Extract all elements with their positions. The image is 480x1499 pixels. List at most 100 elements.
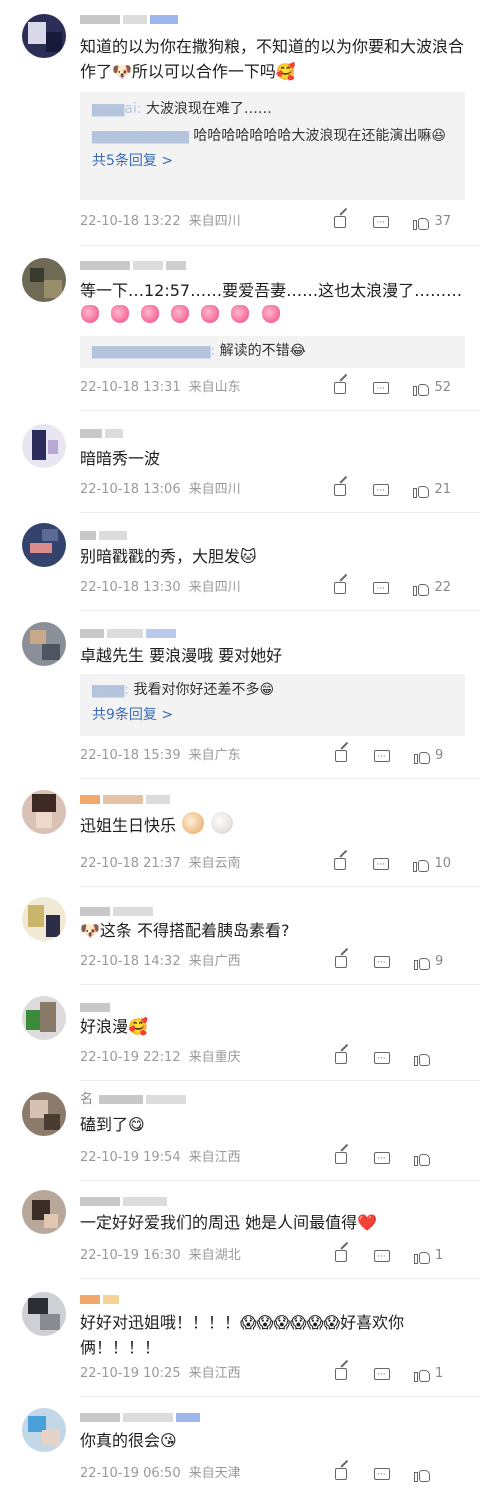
comment-date: 22-10-18 13:06 <box>80 482 181 497</box>
comment-icon[interactable] <box>372 379 390 399</box>
reply-box[interactable]: ▆▆▆▆▆▆▆▆▆▆▆: 解读的不错😂 <box>80 336 465 368</box>
like-icon[interactable] <box>413 1365 431 1383</box>
avatar[interactable] <box>22 996 66 1040</box>
divider <box>80 984 480 985</box>
like-count: 52 <box>434 380 451 395</box>
divider <box>80 410 480 411</box>
username[interactable] <box>80 528 230 544</box>
comment-date: 22-10-18 15:39 <box>80 748 181 763</box>
comment-date: 22-10-18 13:22 <box>80 214 181 229</box>
comment-date: 22-10-18 13:30 <box>80 580 181 595</box>
like-count: 1 <box>435 1366 444 1381</box>
username[interactable] <box>80 12 230 28</box>
like-icon[interactable] <box>413 1049 431 1067</box>
comment-meta: 22-10-18 13:30 来自四川 22 <box>80 578 465 599</box>
divider <box>80 512 480 513</box>
avatar[interactable] <box>22 14 66 58</box>
reply-line: ▆▆▆▆▆▆▆▆▆ 哈哈哈哈哈哈哈大波浪现在还能演出嘛😆 <box>92 128 446 144</box>
username[interactable] <box>80 426 230 442</box>
reply-box[interactable]: ▆▆▆: 我看对你好还差不多😁 共9条回复 > <box>80 674 465 736</box>
sticker-icon <box>211 812 234 834</box>
comment-icon[interactable] <box>373 953 391 973</box>
divider <box>80 778 480 779</box>
comment-meta: 22-10-19 22:12 来自重庆 <box>80 1048 465 1069</box>
share-icon[interactable] <box>333 747 351 765</box>
username[interactable] <box>80 1194 230 1210</box>
comment-location: 来自山东 <box>188 380 241 395</box>
comment-date: 22-10-19 10:25 <box>80 1366 181 1381</box>
share-icon[interactable] <box>333 1365 351 1383</box>
avatar[interactable] <box>22 1092 66 1136</box>
like-icon[interactable] <box>413 747 431 765</box>
comment-icon[interactable] <box>373 747 391 767</box>
avatar[interactable] <box>22 790 66 834</box>
heart-emoji-icon <box>261 305 280 323</box>
comment-date: 22-10-19 06:50 <box>80 1466 181 1481</box>
comment-icon[interactable] <box>373 1149 391 1169</box>
more-replies-link[interactable]: 共9条回复 > <box>92 704 453 727</box>
username[interactable] <box>80 258 230 274</box>
reply-box[interactable]: ▆▆▆ai: 大波浪现在难了…… ▆▆▆▆▆▆▆▆▆ 哈哈哈哈哈哈哈大波浪现在还… <box>80 92 465 200</box>
username[interactable] <box>80 626 230 642</box>
comment-icon[interactable] <box>372 213 390 233</box>
divider <box>80 1396 480 1397</box>
share-icon[interactable] <box>332 481 350 499</box>
like-count: 21 <box>434 482 451 497</box>
avatar[interactable] <box>22 897 66 941</box>
username[interactable] <box>80 792 230 808</box>
comment-meta: 22-10-19 06:50 来自天津 <box>80 1464 465 1485</box>
share-icon[interactable] <box>332 379 350 397</box>
divider <box>80 886 480 887</box>
more-replies-link[interactable]: 共5条回复 > <box>92 150 453 173</box>
like-icon[interactable] <box>412 379 430 397</box>
like-icon[interactable] <box>412 213 430 231</box>
share-icon[interactable] <box>332 579 350 597</box>
avatar[interactable] <box>22 1292 66 1336</box>
comment-icon[interactable] <box>373 1465 391 1485</box>
share-icon[interactable] <box>333 1149 351 1167</box>
comment-icon[interactable] <box>372 579 390 599</box>
like-icon[interactable] <box>413 953 431 971</box>
comment-icon[interactable] <box>372 855 390 875</box>
like-icon[interactable] <box>412 579 430 597</box>
share-icon[interactable] <box>333 1049 351 1067</box>
reply-line: ▆▆▆: 我看对你好还差不多😁 <box>92 682 275 698</box>
comment-location: 来自江西 <box>188 1366 241 1381</box>
comment-icon[interactable] <box>373 1365 391 1385</box>
comment-location: 来自天津 <box>188 1466 241 1481</box>
comment-text: 卓越先生 要浪漫哦 要对她好 <box>80 646 283 665</box>
like-count: 9 <box>435 954 444 969</box>
share-icon[interactable] <box>332 855 350 873</box>
comment-text: 暗暗秀一波 <box>80 449 161 468</box>
emoji-row <box>80 302 465 327</box>
like-icon[interactable] <box>412 855 430 873</box>
share-icon[interactable] <box>333 1465 351 1483</box>
avatar[interactable] <box>22 258 66 302</box>
avatar[interactable] <box>22 1190 66 1234</box>
divider <box>80 610 480 611</box>
share-icon[interactable] <box>332 213 350 231</box>
share-icon[interactable] <box>333 1247 351 1265</box>
comment-text: 好好对迅姐哦！！！！😱😱😱😱😱😱好喜欢你俩！！！！ <box>80 1313 405 1357</box>
avatar[interactable] <box>22 622 66 666</box>
comment-location: 来自四川 <box>188 214 241 229</box>
like-icon[interactable] <box>413 1247 431 1265</box>
comment-meta: 22-10-18 15:39 来自广东 9 <box>80 746 465 767</box>
avatar[interactable] <box>22 1408 66 1452</box>
avatar[interactable] <box>22 523 66 567</box>
username[interactable]: 名 <box>80 1092 230 1108</box>
comment-icon[interactable] <box>372 481 390 501</box>
comment-icon[interactable] <box>373 1247 391 1267</box>
avatar[interactable] <box>22 424 66 468</box>
comment-icon[interactable] <box>373 1049 391 1069</box>
heart-emoji-icon <box>141 305 160 323</box>
username[interactable] <box>80 1292 230 1308</box>
comment-text: 迅姐生日快乐 <box>80 812 465 838</box>
username[interactable] <box>80 1410 230 1426</box>
like-icon[interactable] <box>413 1465 431 1483</box>
like-icon[interactable] <box>412 481 430 499</box>
divider <box>80 1278 480 1279</box>
divider <box>80 1080 480 1081</box>
like-icon[interactable] <box>413 1149 431 1167</box>
share-icon[interactable] <box>333 953 351 971</box>
